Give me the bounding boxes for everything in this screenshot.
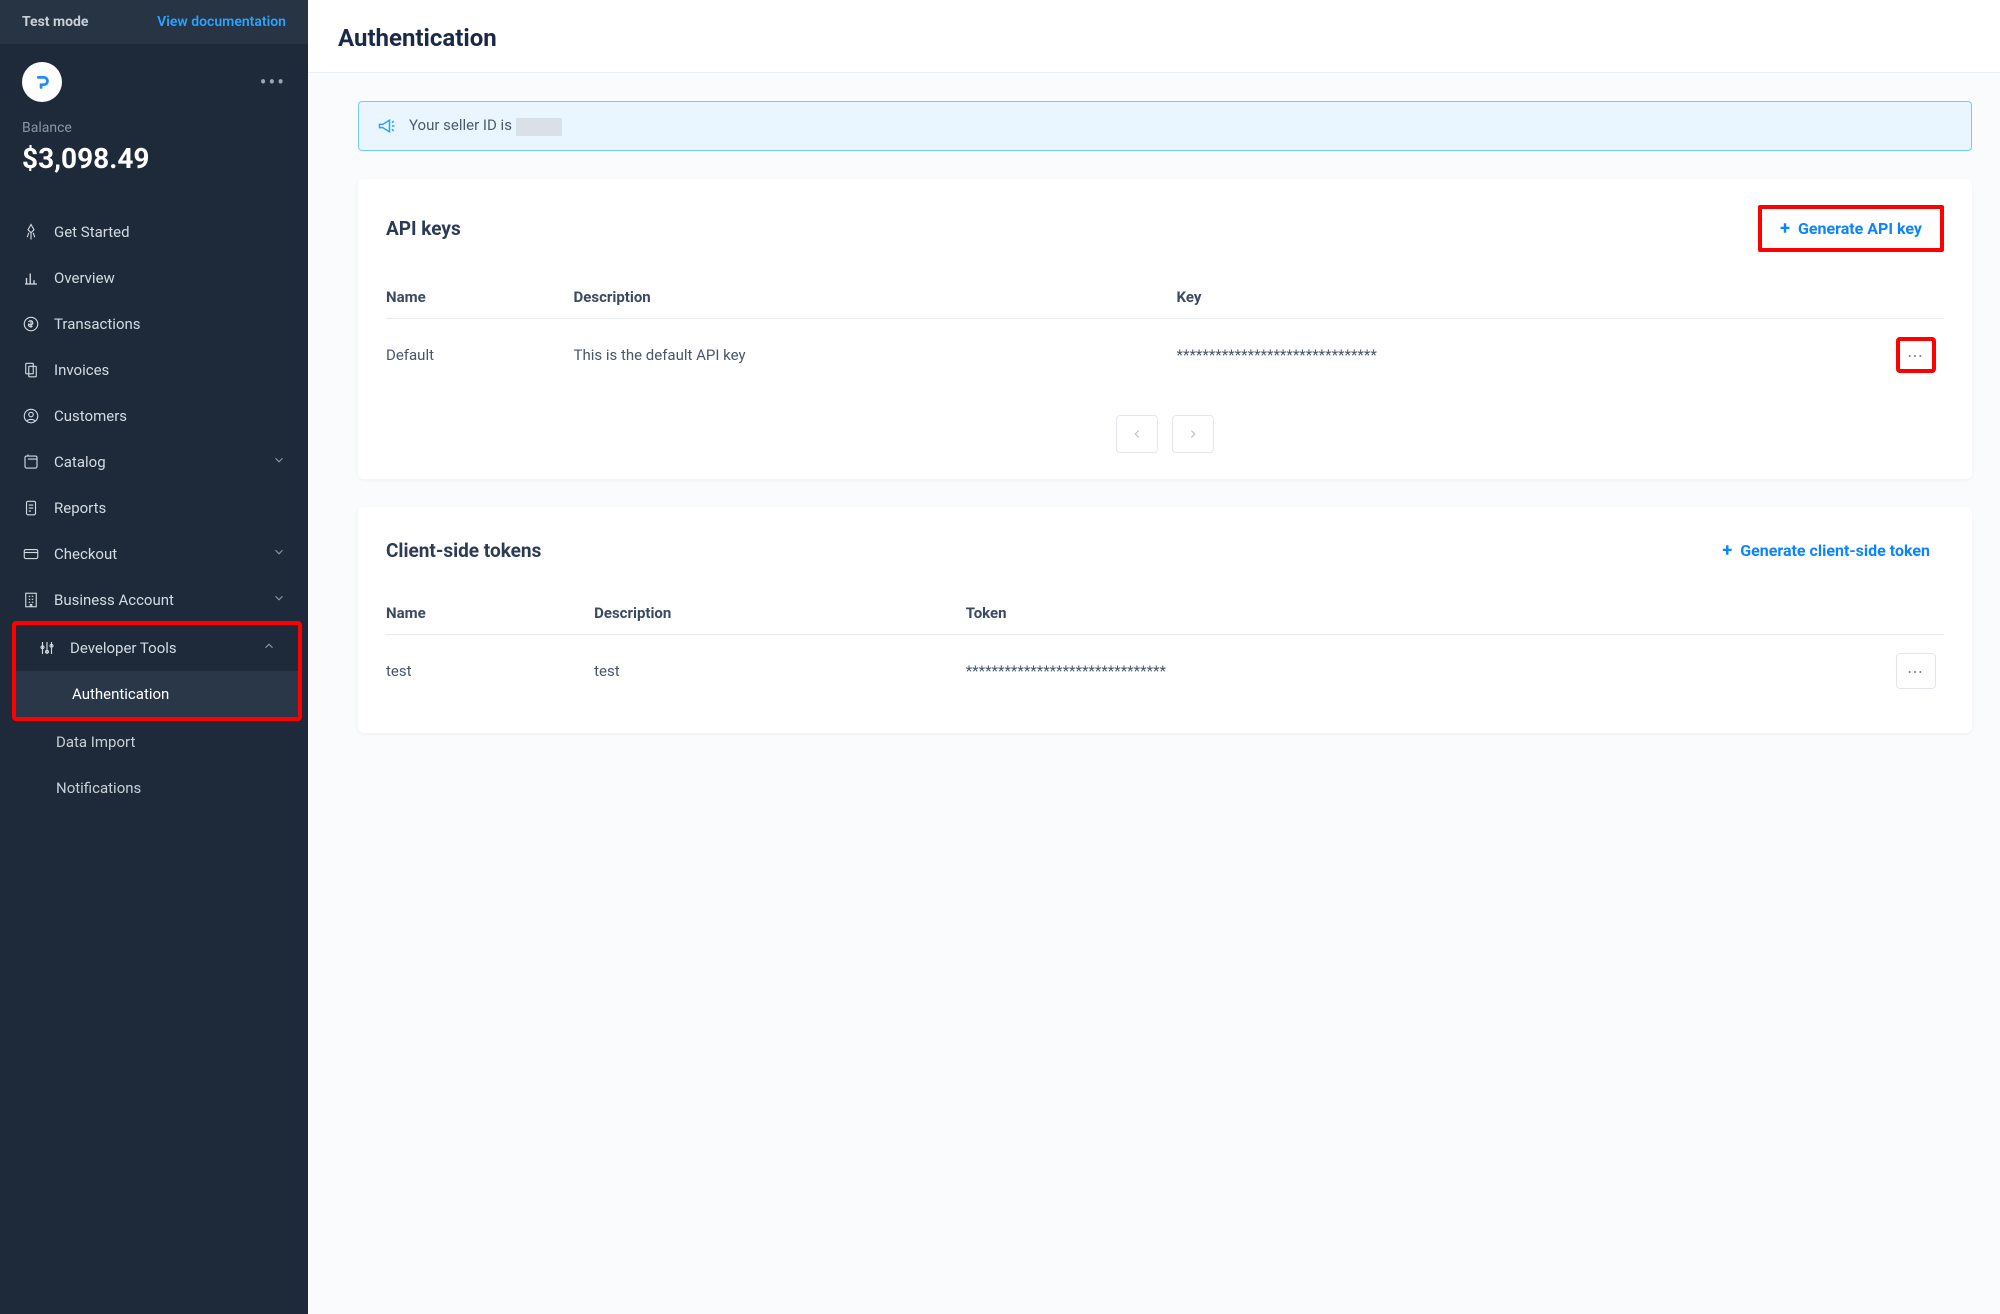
col-name: Name	[386, 594, 594, 635]
balance-amount: $3,098.49	[22, 142, 286, 175]
seller-id-prefix: Your seller ID is	[409, 116, 512, 134]
generate-api-key-label: Generate API key	[1798, 219, 1922, 238]
sidebar-subitem-authentication[interactable]: Authentication	[16, 671, 298, 717]
sidebar-item-label: Get Started	[54, 223, 130, 241]
invoice-icon	[22, 361, 40, 379]
user-circle-icon	[22, 407, 40, 425]
cell-name: test	[386, 635, 594, 708]
chevron-right-icon	[1186, 427, 1200, 441]
api-keys-table: Name Description Key Default This is the…	[386, 278, 1944, 391]
view-documentation-link[interactable]: View documentation	[157, 14, 286, 30]
sidebar-top-bar: Test mode View documentation	[0, 0, 308, 44]
sidebar-item-label: Business Account	[54, 591, 174, 609]
sidebar-item-label: Catalog	[54, 453, 106, 471]
test-mode-label: Test mode	[22, 14, 89, 30]
chevron-left-icon	[1130, 427, 1144, 441]
sidebar-item-label: Invoices	[54, 361, 109, 379]
generate-client-token-label: Generate client-side token	[1740, 541, 1930, 560]
api-keys-pager	[386, 415, 1944, 453]
dollar-circle-icon	[22, 315, 40, 333]
sidebar-item-invoices[interactable]: Invoices	[0, 347, 308, 393]
generate-api-key-button[interactable]: + Generate API key	[1758, 205, 1944, 252]
sidebar-item-overview[interactable]: Overview	[0, 255, 308, 301]
client-tokens-title: Client-side tokens	[386, 539, 541, 562]
reports-icon	[22, 499, 40, 517]
sidebar-item-reports[interactable]: Reports	[0, 485, 308, 531]
seller-id-text: Your seller ID is	[409, 116, 562, 135]
seller-id-value-redacted	[516, 118, 562, 136]
page-title: Authentication	[338, 24, 1970, 52]
col-description: Description	[574, 278, 1177, 319]
main-content: Authentication Your seller ID is API key…	[308, 0, 2000, 1314]
brand-logo[interactable]	[22, 62, 62, 102]
sliders-icon	[38, 639, 56, 657]
col-token: Token	[966, 594, 1874, 635]
cell-description: test	[594, 635, 966, 708]
api-keys-title: API keys	[386, 217, 461, 240]
chevron-down-icon	[272, 453, 286, 471]
pager-next-button[interactable]	[1172, 415, 1214, 453]
chevron-up-icon	[262, 639, 276, 657]
pager-prev-button[interactable]	[1116, 415, 1158, 453]
cell-token: *******************************	[966, 635, 1874, 708]
col-actions	[1874, 594, 1944, 635]
sidebar-item-catalog[interactable]: Catalog	[0, 439, 308, 485]
card-header: Client-side tokens + Generate client-sid…	[386, 533, 1944, 568]
balance-label: Balance	[22, 120, 286, 136]
sidebar-item-business-account[interactable]: Business Account	[0, 577, 308, 623]
sidebar-item-label: Reports	[54, 499, 106, 517]
cell-description: This is the default API key	[574, 319, 1177, 392]
cell-key: *******************************	[1177, 319, 1874, 392]
col-actions	[1874, 278, 1944, 319]
chevron-down-icon	[272, 591, 286, 609]
megaphone-icon	[377, 116, 397, 136]
table-row: Default This is the default API key ****…	[386, 319, 1944, 392]
highlight-developer-tools: Developer Tools Authentication	[12, 621, 302, 721]
sidebar-item-transactions[interactable]: Transactions	[0, 301, 308, 347]
chevron-down-icon	[272, 545, 286, 563]
credit-card-icon	[22, 545, 40, 563]
api-keys-card: API keys + Generate API key Name Descrip…	[358, 179, 1972, 479]
sidebar-item-get-started[interactable]: Get Started	[0, 209, 308, 255]
col-key: Key	[1177, 278, 1874, 319]
row-actions-button[interactable]: ⋯	[1896, 653, 1936, 689]
sidebar-nav: Get Started Overview Transactions Invoic…	[0, 197, 308, 811]
seller-id-banner: Your seller ID is	[358, 101, 1972, 151]
sidebar-brand-row: •••	[0, 44, 308, 112]
sidebar-item-label: Developer Tools	[70, 639, 177, 657]
sidebar-item-customers[interactable]: Customers	[0, 393, 308, 439]
col-description: Description	[594, 594, 966, 635]
building-icon	[22, 591, 40, 609]
catalog-icon	[22, 453, 40, 471]
brand-menu-icon[interactable]: •••	[260, 70, 286, 94]
sidebar-item-label: Checkout	[54, 545, 117, 563]
sidebar-subitem-notifications[interactable]: Notifications	[0, 765, 308, 811]
sidebar-item-developer-tools[interactable]: Developer Tools	[16, 625, 298, 671]
sidebar-item-label: Overview	[54, 269, 115, 287]
cell-name: Default	[386, 319, 574, 392]
client-tokens-table: Name Description Token test test *******…	[386, 594, 1944, 707]
rocket-icon	[22, 223, 40, 241]
plus-icon: +	[1780, 220, 1790, 238]
sidebar: Test mode View documentation ••• Balance…	[0, 0, 308, 1314]
page-body: Your seller ID is API keys + Generate AP…	[308, 73, 2000, 1314]
plus-icon: +	[1722, 542, 1732, 560]
sidebar-subitem-data-import[interactable]: Data Import	[0, 719, 308, 765]
sidebar-item-label: Customers	[54, 407, 127, 425]
plisio-logo-icon	[31, 71, 53, 93]
page-header: Authentication	[308, 0, 2000, 73]
col-name: Name	[386, 278, 574, 319]
client-tokens-card: Client-side tokens + Generate client-sid…	[358, 507, 1972, 733]
sidebar-item-label: Transactions	[54, 315, 141, 333]
card-header: API keys + Generate API key	[386, 205, 1944, 252]
row-actions-button[interactable]: ⋯	[1896, 337, 1936, 373]
sidebar-item-checkout[interactable]: Checkout	[0, 531, 308, 577]
table-row: test test ******************************…	[386, 635, 1944, 708]
bar-chart-icon	[22, 269, 40, 287]
generate-client-token-button[interactable]: + Generate client-side token	[1708, 533, 1944, 568]
balance-block: Balance $3,098.49	[0, 112, 308, 197]
